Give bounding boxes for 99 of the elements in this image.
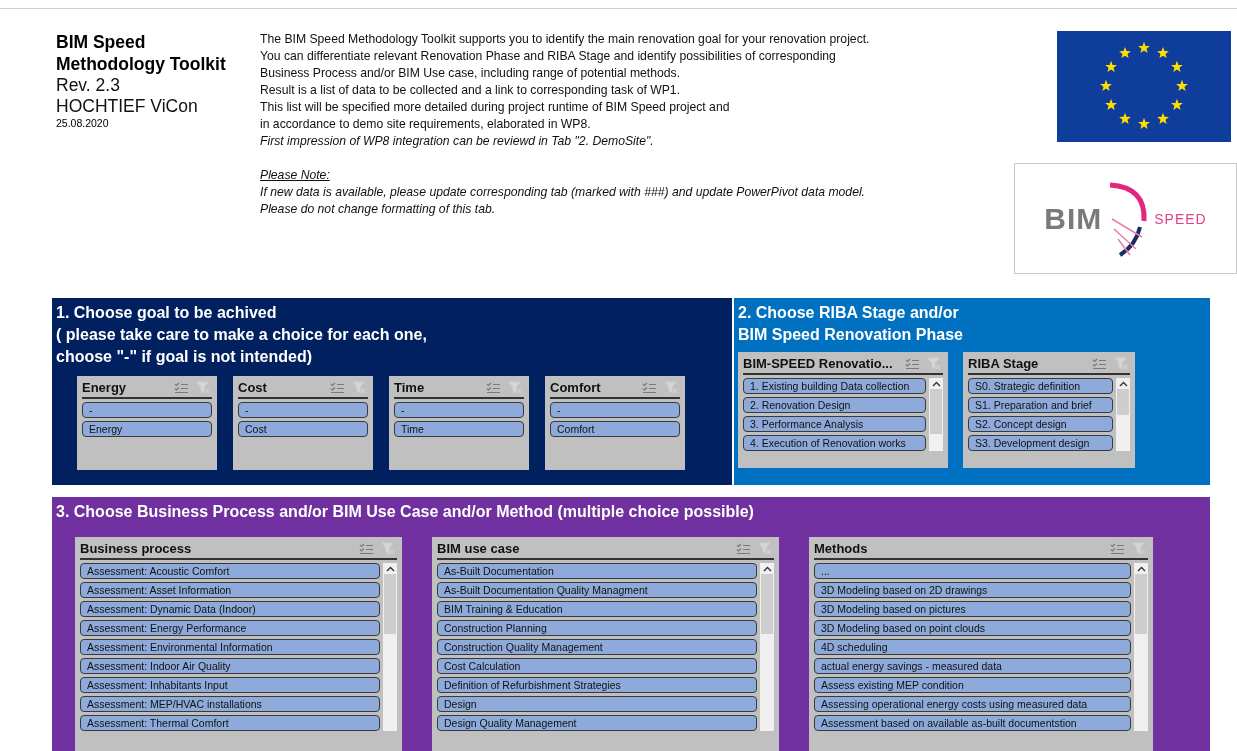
slicer-item[interactable]: Assessment: Indoor Air Quality [80,658,380,674]
slicer-item[interactable]: Assessing operational energy costs using measured data [814,696,1131,712]
slicer-title: Cost [238,380,268,395]
section-title: ( please take care to make a choice for each one, [56,325,428,345]
description-line: in accordance to demo site requirements, elaborated in WP8. [260,116,592,133]
scroll-up-icon[interactable] [931,381,941,387]
description-line: Result is a list of data to be collected and a link to corresponding task of WP1. [260,82,682,99]
slicer-item[interactable]: 4D scheduling [814,639,1131,655]
slicer-item[interactable]: - [394,402,524,418]
description-line: You can differentiate relevant Renovation Phase and RIBA Stage and identify possibilities of corresponding [260,48,837,65]
slicer-item[interactable]: Design Quality Management [437,715,757,731]
slicer-item[interactable]: As-Built Documentation Quality Managment [437,582,757,598]
logo-word: BIM [1044,201,1103,236]
multi-select-icon[interactable] [174,381,188,394]
description-line: The BIM Speed Methodology Toolkit supports you to identify the main renovation goal for your renovation project. [260,31,871,48]
section-title: 2. Choose RIBA Stage and/or [738,303,960,323]
slicer-item[interactable]: Assessment based on available as-built documentstion [814,715,1131,731]
slicer-item[interactable]: 4. Execution of Renovation works [743,435,926,451]
logo-word: SPEED [1154,210,1207,227]
scroll-thumb[interactable] [1117,389,1129,415]
eu-flag-icon [1057,31,1231,142]
slicer-item[interactable]: Comfort [550,421,680,437]
slicer-item[interactable]: Assessment: Dynamic Data (Indoor) [80,601,380,617]
company-text: HOCHTIEF ViCon [56,96,199,117]
slicer-item[interactable]: ... [814,563,1131,579]
scrollbar[interactable] [1116,378,1130,451]
slicer-item[interactable]: - [550,402,680,418]
slicer-item[interactable]: 2. Renovation Design [743,397,926,413]
note-line: Please do not change formatting of this tab. [260,201,497,218]
slicer-title: Methods [814,541,869,556]
slicer-item[interactable]: Assessment: Environmental Information [80,639,380,655]
multi-select-icon[interactable] [1110,542,1124,555]
slicer-item[interactable]: 1. Existing building Data collection [743,378,926,394]
multi-select-icon[interactable] [736,542,750,555]
impression-line: First impression of WP8 integration can be reviewd in Tab "2. DemoSite". [260,133,655,150]
section-title: 3. Choose Business Process and/or BIM Use Case and/or Method (multiple choice possible) [56,502,755,522]
slicer-item[interactable]: Design [437,696,757,712]
slicer-item[interactable]: Assessment: MEP/HVAC installations [80,696,380,712]
slicer-item[interactable]: Energy [82,421,212,437]
section-title: 1. Choose goal to be achived [56,303,278,323]
scrollbar[interactable] [929,378,943,451]
revision-text: Rev. 2.3 [56,75,121,96]
note-heading: Please Note: [260,167,331,184]
multi-select-icon[interactable] [330,381,344,394]
scroll-thumb[interactable] [761,574,773,634]
slicer-item[interactable]: Construction Planning [437,620,757,636]
slicer-item[interactable]: Construction Quality Management [437,639,757,655]
scroll-thumb[interactable] [1135,574,1147,634]
scroll-up-icon[interactable] [385,566,395,572]
slicer-title: Energy [82,380,128,395]
slicer-title: BIM use case [437,541,521,556]
slicer-item[interactable]: BIM Training & Education [437,601,757,617]
slicer-item[interactable]: Assessment: Thermal Comfort [80,715,380,731]
slicer-item[interactable]: Cost [238,421,368,437]
section-title: BIM Speed Renovation Phase [738,325,964,345]
slicer-title: Business process [80,541,193,556]
slicer-item[interactable]: Assessment: Inhabitants Input [80,677,380,693]
description-line: Business Process and/or BIM Use case, including range of potential methods. [260,65,682,82]
multi-select-icon[interactable] [359,542,373,555]
scrollbar[interactable] [760,563,774,731]
slicer-item[interactable]: 3D Modeling based on 2D drawings [814,582,1131,598]
slicer-item[interactable]: As-Built Documentation [437,563,757,579]
scrollbar[interactable] [1134,563,1148,731]
slicer-item[interactable]: 3. Performance Analysis [743,416,926,432]
scroll-thumb[interactable] [930,389,942,434]
section-title: choose "-" if goal is not intended) [56,347,314,367]
slicer-item[interactable]: S3. Development design [968,435,1113,451]
multi-select-icon[interactable] [1092,357,1106,370]
slicer-item[interactable]: Definition of Refurbishment Strategies [437,677,757,693]
scroll-thumb[interactable] [384,574,396,634]
slicer-title: BIM-SPEED Renovatio... [743,356,894,371]
slicer-item[interactable]: Assessment: Asset Information [80,582,380,598]
multi-select-icon[interactable] [905,357,919,370]
slicer-item[interactable]: Assessment: Energy Performance [80,620,380,636]
slicer-item[interactable]: Cost Calculation [437,658,757,674]
slicer-item[interactable]: S1. Preparation and brief [968,397,1113,413]
toolkit-title: BIM Speed Methodology Toolkit [56,31,227,75]
multi-select-icon[interactable] [486,381,500,394]
slicer-item[interactable]: S0. Strategic definition [968,378,1113,394]
slicer-item[interactable]: Time [394,421,524,437]
multi-select-icon[interactable] [642,381,656,394]
scroll-up-icon[interactable] [762,566,772,572]
slicer-item[interactable]: Assess existing MEP condition [814,677,1131,693]
slicer-title: RIBA Stage [968,356,1040,371]
slicer-item[interactable]: 3D Modeling based on point clouds [814,620,1131,636]
description-line: This list will be specified more detailed during project runtime of BIM Speed project and [260,99,731,116]
date-text: 25.08.2020 [56,117,110,129]
slicer-item[interactable]: - [238,402,368,418]
slicer-item[interactable]: S2. Concept design [968,416,1113,432]
slicer-item[interactable]: Assessment: Acoustic Comfort [80,563,380,579]
note-line: If new data is available, please update corresponding tab (marked with ###) and update PowerPivot data model. [260,184,866,201]
slicer-item[interactable]: 3D Modeling based on pictures [814,601,1131,617]
slicer-title: Time [394,380,426,395]
scrollbar[interactable] [383,563,397,731]
scroll-up-icon[interactable] [1136,566,1146,572]
slicer-item[interactable]: actual energy savings - measured data [814,658,1131,674]
scroll-up-icon[interactable] [1118,381,1128,387]
slicer-title: Comfort [550,380,602,395]
slicer-item[interactable]: - [82,402,212,418]
